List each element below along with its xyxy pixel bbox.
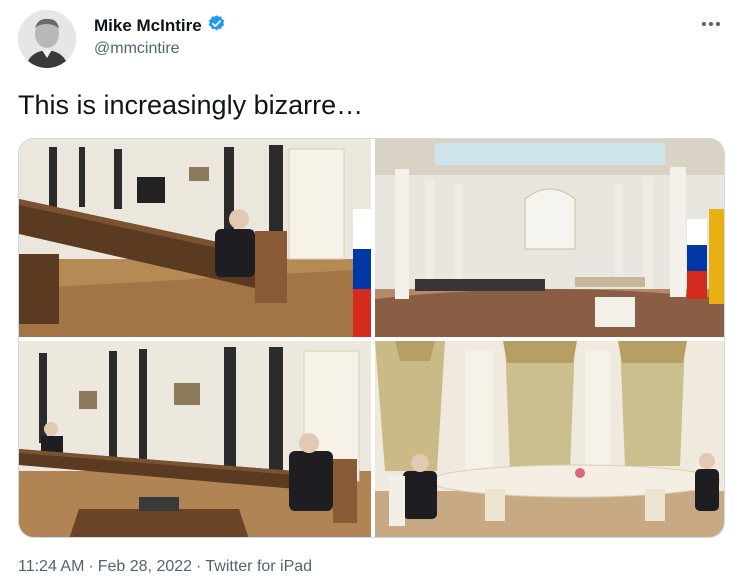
- meta-separator: ·: [88, 558, 94, 575]
- more-options-icon[interactable]: [701, 14, 721, 34]
- photo-4[interactable]: [375, 341, 724, 537]
- author-name[interactable]: Mike McIntire: [94, 16, 202, 36]
- tweet-date[interactable]: Feb 28, 2022: [98, 558, 192, 576]
- photo-2[interactable]: [375, 139, 724, 337]
- verified-badge-icon: [207, 14, 226, 38]
- avatar[interactable]: [18, 10, 76, 68]
- tweet-meta: 11:24 AM · Feb 28, 2022 · Twitter for iP…: [18, 558, 312, 576]
- tweet-text: This is increasingly bizarre…: [18, 90, 364, 120]
- photo-3[interactable]: [19, 341, 371, 537]
- meta-separator: ·: [196, 558, 202, 575]
- tweet-time[interactable]: 11:24 AM: [18, 558, 84, 576]
- author-handle[interactable]: @mmcintire: [94, 40, 180, 58]
- media-grid[interactable]: [18, 138, 725, 538]
- author-name-row[interactable]: Mike McIntire: [94, 14, 226, 38]
- photo-1[interactable]: [19, 139, 371, 337]
- tweet-source[interactable]: Twitter for iPad: [205, 558, 312, 576]
